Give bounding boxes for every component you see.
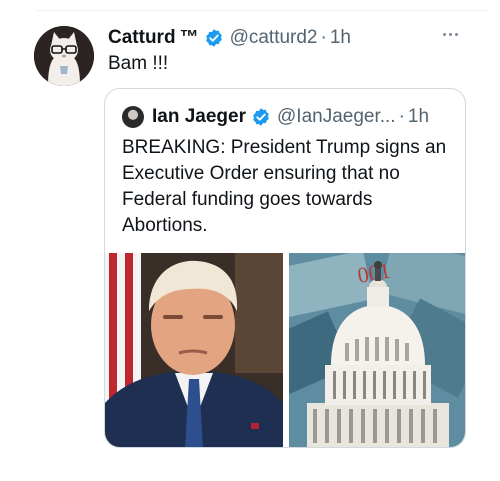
- tweet-header: Catturd ™ @catturd2 · 1h: [108, 25, 351, 51]
- quoted-tweet-card[interactable]: Ian Jaeger @IanJaeger... · 1h BREAKING: …: [104, 88, 466, 448]
- tweet-text: Bam !!!: [108, 53, 169, 74]
- quoted-author-name[interactable]: Ian Jaeger: [152, 106, 246, 128]
- verified-badge-icon: [205, 29, 222, 47]
- separator-dot: ·: [398, 106, 405, 127]
- quoted-author-avatar[interactable]: [122, 106, 144, 128]
- quoted-author-handle[interactable]: @IanJaeger...: [277, 106, 396, 128]
- media-grid: 001: [105, 253, 465, 447]
- author-handle[interactable]: @catturd2: [230, 27, 318, 49]
- author-name[interactable]: Catturd: [108, 27, 176, 49]
- verified-badge-icon: [253, 108, 269, 126]
- separator-dot: ·: [320, 27, 327, 48]
- top-divider: [36, 10, 488, 11]
- quoted-tweet-header: Ian Jaeger @IanJaeger... · 1h: [122, 105, 429, 129]
- capitol-money-photo[interactable]: 001: [289, 253, 465, 447]
- trademark-symbol: ™: [179, 27, 199, 48]
- author-avatar[interactable]: [34, 26, 94, 86]
- quoted-tweet-timestamp[interactable]: 1h: [408, 106, 429, 128]
- cat-avatar-image: [34, 26, 94, 86]
- quoted-tweet-text: BREAKING: President Trump signs an Execu…: [122, 137, 447, 236]
- tweet-timestamp[interactable]: 1h: [330, 27, 351, 49]
- portrait-photo[interactable]: [105, 253, 283, 447]
- more-options-icon[interactable]: [440, 27, 460, 41]
